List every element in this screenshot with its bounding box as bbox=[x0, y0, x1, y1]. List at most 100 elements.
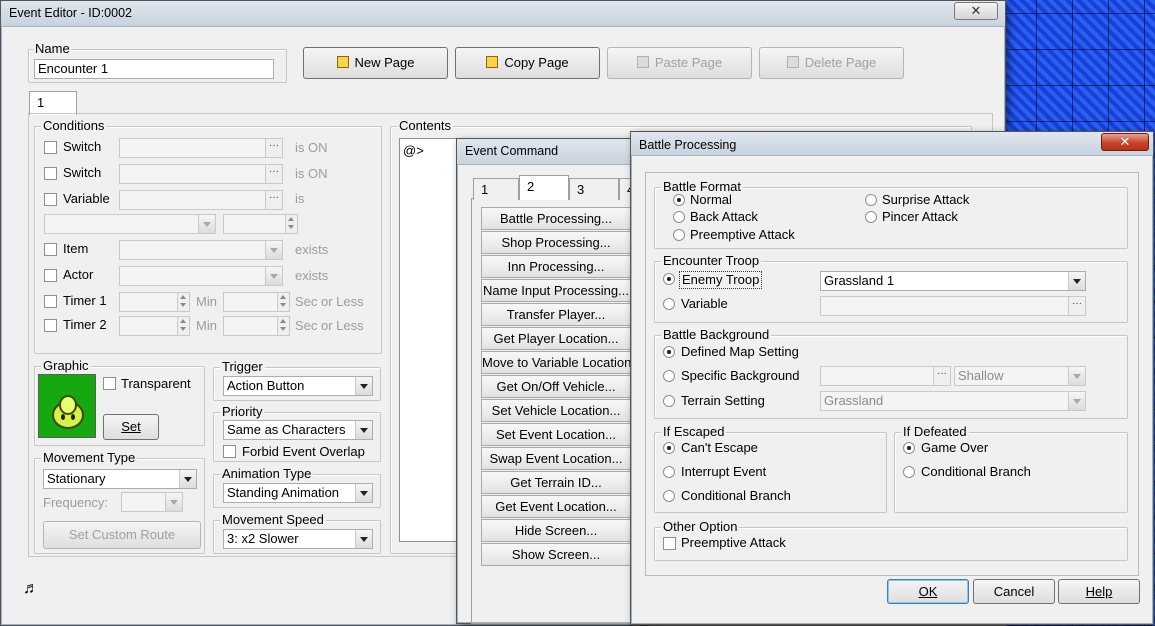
timer2-label: Timer 2 bbox=[63, 317, 107, 332]
tab-page-1[interactable]: 1 bbox=[29, 91, 77, 115]
item-checkbox[interactable] bbox=[44, 243, 57, 256]
defeat-conditional-radio[interactable] bbox=[903, 466, 915, 478]
troop-variable-radio[interactable] bbox=[663, 298, 675, 310]
troop-variable-select: ··· bbox=[820, 296, 1086, 316]
battle-close-button[interactable]: ✕ bbox=[1101, 133, 1149, 151]
trigger-label: Trigger bbox=[220, 359, 265, 374]
cmd-get-on-off-vehicle[interactable]: Get On/Off Vehicle... bbox=[481, 375, 631, 398]
priority-combo[interactable]: Same as Characters bbox=[223, 420, 373, 440]
conditions-label: Conditions bbox=[41, 118, 107, 133]
bg-defined-radio[interactable] bbox=[663, 346, 675, 358]
trigger-combo[interactable]: Action Button bbox=[223, 376, 373, 396]
preemptive-checkbox[interactable] bbox=[663, 537, 676, 550]
help-button[interactable]: Help bbox=[1058, 579, 1140, 604]
bg-terrain-radio[interactable] bbox=[663, 395, 675, 407]
contents-label: Contents bbox=[397, 118, 454, 133]
format-surprise-radio[interactable] bbox=[865, 194, 877, 206]
cmd-get-player-location[interactable]: Get Player Location... bbox=[481, 327, 631, 350]
chevron-down-icon bbox=[165, 493, 182, 511]
escape-cant-radio[interactable] bbox=[663, 442, 675, 454]
copy-page-button[interactable]: Copy Page bbox=[455, 47, 600, 79]
switch1-select: ··· bbox=[119, 138, 283, 158]
switch1-checkbox[interactable] bbox=[44, 141, 57, 154]
event-graphic-preview[interactable] bbox=[38, 374, 96, 438]
paste-page-icon bbox=[636, 56, 649, 68]
troop-variable-label: Variable bbox=[681, 296, 728, 311]
battle-background-label: Battle Background bbox=[661, 327, 772, 342]
cmd-battle-processing[interactable]: Battle Processing... bbox=[481, 207, 631, 230]
cmd-get-terrain-id[interactable]: Get Terrain ID... bbox=[481, 471, 631, 494]
enemy-troop-combo[interactable]: Grassland 1 bbox=[820, 271, 1086, 291]
chevron-down-icon bbox=[265, 267, 282, 285]
encounter-troop-label: Encounter Troop bbox=[661, 253, 762, 268]
switch2-checkbox[interactable] bbox=[44, 167, 57, 180]
cancel-button[interactable]: Cancel bbox=[973, 579, 1055, 604]
variable-checkbox[interactable] bbox=[44, 193, 57, 206]
enemy-troop-radio[interactable] bbox=[663, 273, 675, 285]
if-defeated-label: If Defeated bbox=[901, 424, 969, 439]
background-browse-icon: ··· bbox=[933, 367, 950, 385]
variable-browse-icon: ··· bbox=[265, 191, 282, 209]
format-back-radio[interactable] bbox=[673, 211, 685, 223]
variable-browse-icon: ··· bbox=[1068, 297, 1085, 315]
set-graphic-button[interactable]: Set bbox=[103, 414, 159, 440]
item-combo bbox=[119, 240, 283, 260]
cmd-name-input[interactable]: Name Input Processing... bbox=[481, 279, 631, 302]
actor-checkbox[interactable] bbox=[44, 269, 57, 282]
format-preemptive-radio[interactable] bbox=[673, 229, 685, 241]
variable-value-spinner bbox=[223, 214, 298, 234]
defeat-gameover-radio[interactable] bbox=[903, 442, 915, 454]
cmd-set-event-location[interactable]: Set Event Location... bbox=[481, 423, 631, 446]
music-icon[interactable]: ♬ bbox=[23, 581, 39, 597]
command-tab-3[interactable]: 3 bbox=[569, 178, 619, 200]
variable-label: Variable bbox=[63, 191, 110, 206]
cmd-move-to-variable-location[interactable]: Move to Variable Location... bbox=[481, 351, 631, 374]
forbid-overlap-checkbox[interactable] bbox=[223, 445, 236, 458]
ok-button[interactable]: OK bbox=[887, 579, 969, 604]
cmd-set-vehicle-location[interactable]: Set Vehicle Location... bbox=[481, 399, 631, 422]
cmd-hide-screen[interactable]: Hide Screen... bbox=[481, 519, 631, 542]
bg-specific-radio[interactable] bbox=[663, 370, 675, 382]
format-normal-radio[interactable] bbox=[673, 194, 685, 206]
battle-title-bar: Battle Processing bbox=[631, 132, 1153, 156]
escape-conditional-label: Conditional Branch bbox=[681, 488, 791, 503]
cmd-get-event-location[interactable]: Get Event Location... bbox=[481, 495, 631, 518]
battle-title: Battle Processing bbox=[639, 138, 737, 152]
cmd-swap-event-location[interactable]: Swap Event Location... bbox=[481, 447, 631, 470]
chevron-down-icon bbox=[1068, 272, 1085, 290]
escape-interrupt-radio[interactable] bbox=[663, 466, 675, 478]
escape-conditional-radio[interactable] bbox=[663, 490, 675, 502]
bg-shallow-combo: Shallow bbox=[954, 366, 1086, 386]
cmd-transfer-player[interactable]: Transfer Player... bbox=[481, 303, 631, 326]
movement-speed-combo[interactable]: 3: x2 Slower bbox=[223, 529, 373, 549]
frequency-combo bbox=[121, 492, 183, 512]
switch1-is-on: is ON bbox=[295, 140, 328, 155]
cmd-shop-processing[interactable]: Shop Processing... bbox=[481, 231, 631, 254]
timer2-sec-label: Sec or Less bbox=[295, 318, 364, 333]
animation-combo[interactable]: Standing Animation bbox=[223, 483, 373, 503]
format-pincer-radio[interactable] bbox=[865, 211, 877, 223]
contents-list[interactable]: @> bbox=[399, 138, 461, 542]
event-command-title: Event Command bbox=[465, 144, 559, 158]
spinner-arrows-icon bbox=[277, 293, 289, 311]
name-input[interactable]: Encounter 1 bbox=[34, 59, 274, 79]
contents-line[interactable]: @> bbox=[403, 143, 424, 159]
actor-exists: exists bbox=[295, 268, 329, 283]
frequency-label: Frequency: bbox=[43, 495, 109, 510]
close-button[interactable]: ✕ bbox=[954, 2, 998, 20]
movement-type-combo[interactable]: Stationary bbox=[43, 469, 197, 489]
timer2-min-spinner bbox=[119, 316, 190, 336]
cmd-show-screen[interactable]: Show Screen... bbox=[481, 543, 631, 566]
timer2-checkbox[interactable] bbox=[44, 319, 57, 332]
new-page-button[interactable]: New Page bbox=[303, 47, 448, 79]
format-pincer-label: Pincer Attack bbox=[882, 209, 958, 224]
command-tab-1[interactable]: 1 bbox=[473, 178, 519, 200]
format-normal-label: Normal bbox=[690, 192, 732, 207]
bg-terrain-combo: Grassland bbox=[820, 391, 1086, 411]
chevron-down-icon bbox=[198, 215, 215, 233]
switch2-label: Switch bbox=[63, 165, 102, 180]
transparent-checkbox[interactable] bbox=[103, 377, 116, 390]
cmd-inn-processing[interactable]: Inn Processing... bbox=[481, 255, 631, 278]
timer1-checkbox[interactable] bbox=[44, 295, 57, 308]
command-tab-2[interactable]: 2 bbox=[519, 175, 569, 200]
